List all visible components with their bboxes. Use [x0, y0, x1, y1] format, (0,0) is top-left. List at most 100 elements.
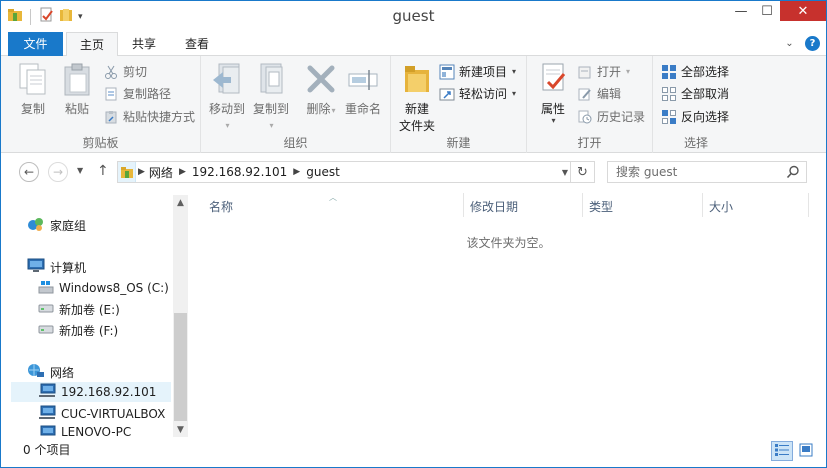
cut-button[interactable]: 剪切 [103, 62, 147, 82]
select-none-button[interactable]: 全部取消 [661, 84, 729, 104]
column-header-modified[interactable]: 修改日期 [470, 197, 518, 217]
edit-button[interactable]: 编辑 [577, 84, 621, 104]
column-header-type[interactable]: 类型 [589, 197, 613, 217]
explorer-window: ▾ guest — ☐ ✕ 文件 主页 共享 查看 ⌄ ? 复制 粘贴 剪切 复… [0, 0, 827, 468]
nav-computer[interactable]: 计算机 [27, 257, 86, 277]
nav-drive-e[interactable]: 新加卷 (E:) [38, 299, 120, 319]
new-item-icon [439, 64, 455, 80]
column-divider[interactable] [702, 193, 703, 217]
network-computer-icon [38, 405, 56, 424]
select-all-button[interactable]: 全部选择 [661, 62, 729, 82]
scroll-down-arrow-icon[interactable]: ▼ [173, 422, 188, 437]
breadcrumb-network[interactable]: 网络 [149, 164, 173, 181]
maximize-button[interactable]: ☐ [754, 1, 780, 21]
breadcrumb-guest[interactable]: guest [306, 165, 340, 179]
host-label: 192.168.92.101 [61, 385, 157, 399]
window-title: guest [392, 7, 435, 25]
copy-icon [13, 62, 53, 96]
tab-home[interactable]: 主页 [66, 32, 118, 57]
new-folder-icon [395, 62, 439, 96]
nav-lenovo-pc[interactable]: LENOVO-PC [38, 425, 131, 437]
rename-button[interactable]: 重命名 [343, 62, 383, 117]
details-view-button[interactable] [771, 441, 793, 461]
nav-network[interactable]: 网络 [27, 362, 74, 382]
tab-view[interactable]: 查看 [174, 32, 220, 56]
network-computer-icon [38, 425, 56, 437]
search-input[interactable] [616, 165, 786, 179]
navigation-scrollbar[interactable]: ▲ ▼ [173, 195, 188, 437]
nav-drive-f[interactable]: 新加卷 (F:) [38, 320, 118, 340]
refresh-icon: ↻ [577, 164, 588, 180]
up-button[interactable]: ↑ [97, 163, 109, 179]
ribbon-tabs-right: ⌄ ? [782, 36, 820, 51]
delete-x-icon [301, 62, 341, 96]
breadcrumb-host[interactable]: 192.168.92.101 [192, 165, 287, 179]
paste-shortcut-button[interactable]: 粘贴快捷方式 [103, 107, 195, 127]
nav-drive-c[interactable]: Windows8_OS (C:) [38, 278, 169, 298]
edit-pencil-icon [577, 86, 593, 102]
drive-e-label: 新加卷 (E:) [59, 302, 120, 317]
nav-cuc-virtualbox[interactable]: CUC-VIRTUALBOX [38, 404, 165, 424]
paste-button[interactable]: 粘贴 [57, 62, 97, 117]
recent-locations-dropdown[interactable]: ▼ [77, 166, 83, 175]
expand-ribbon-chevron-icon[interactable]: ⌄ [782, 36, 797, 51]
delete-label: 删除 [306, 102, 331, 116]
nav-host-selected[interactable]: 192.168.92.101 [11, 382, 171, 402]
new-item-label: 新建项目 [459, 65, 508, 79]
search-box[interactable] [607, 161, 807, 183]
refresh-button[interactable]: ↻ [570, 162, 594, 182]
help-icon[interactable]: ? [805, 36, 820, 51]
empty-folder-message: 该文件夹为空。 [466, 236, 551, 250]
new-folder-button[interactable]: 新建 文件夹 [395, 62, 439, 134]
paste-shortcut-icon [103, 109, 119, 125]
computer-label: 计算机 [50, 260, 87, 275]
address-bar[interactable]: ▶ 网络 ▶ 192.168.92.101 ▶ guest ▼ ↻ [117, 161, 595, 183]
delete-button[interactable]: 删除▾ [301, 62, 341, 117]
scrollbar-thumb[interactable] [174, 313, 187, 421]
history-label: 历史记录 [597, 110, 646, 124]
tab-file[interactable]: 文件 [8, 32, 63, 56]
nav-homegroup[interactable]: 家庭组 [27, 215, 86, 235]
clipboard-group-label: 剪贴板 [82, 136, 119, 150]
invert-selection-button[interactable]: 反向选择 [661, 107, 729, 127]
select-all-icon [661, 64, 677, 80]
close-button[interactable]: ✕ [780, 1, 826, 21]
search-icon[interactable] [786, 165, 800, 182]
organize-group-label: 组织 [283, 136, 308, 150]
open-button[interactable]: 打开 ▾ [577, 62, 630, 82]
drive-icon [38, 302, 54, 317]
copy-to-label: 复制到 [252, 102, 289, 116]
minimize-button[interactable]: — [728, 1, 754, 21]
copy-to-button[interactable]: 复制到▾ [251, 62, 291, 131]
navigation-bar: ← → ▼ ↑ ▶ 网络 ▶ 192.168.92.101 ▶ guest ▼ … [1, 154, 826, 190]
copy-button[interactable]: 复制 [13, 62, 53, 117]
scissors-icon [103, 64, 119, 80]
back-button[interactable]: ← [19, 162, 39, 182]
copy-path-button[interactable]: 复制路径 [103, 84, 171, 104]
properties-button[interactable]: 属性 ▾ [533, 62, 573, 125]
copy-to-icon [251, 62, 291, 96]
breadcrumb-chevron-icon[interactable]: ▶ [138, 167, 145, 177]
breadcrumb-chevron-icon[interactable]: ▶ [179, 167, 186, 177]
column-divider[interactable] [582, 193, 583, 217]
large-icons-view-button[interactable] [795, 441, 817, 461]
column-divider[interactable] [808, 193, 809, 217]
open-group-label: 打开 [577, 136, 602, 150]
column-header-size[interactable]: 大小 [709, 197, 733, 217]
file-list: ︿ 名称 修改日期 类型 大小 该文件夹为空。 [191, 191, 826, 437]
column-divider[interactable] [463, 193, 464, 217]
breadcrumb-chevron-icon[interactable]: ▶ [293, 167, 300, 177]
details-view-icon [774, 443, 790, 460]
new-item-button[interactable]: 新建项目 ▾ [439, 62, 516, 82]
forward-button[interactable]: → [48, 162, 68, 182]
select-none-label: 全部取消 [681, 87, 730, 101]
history-button[interactable]: 历史记录 [577, 107, 645, 127]
network-location-icon [118, 162, 136, 182]
properties-icon [533, 62, 573, 96]
scroll-up-arrow-icon[interactable]: ▲ [173, 195, 188, 210]
easy-access-button[interactable]: 轻松访问 ▾ [439, 84, 516, 104]
column-header-name[interactable]: 名称 [209, 197, 233, 217]
address-history-dropdown[interactable]: ▼ [562, 162, 568, 182]
move-to-button[interactable]: 移动到▾ [207, 62, 247, 131]
tab-share[interactable]: 共享 [121, 32, 167, 56]
